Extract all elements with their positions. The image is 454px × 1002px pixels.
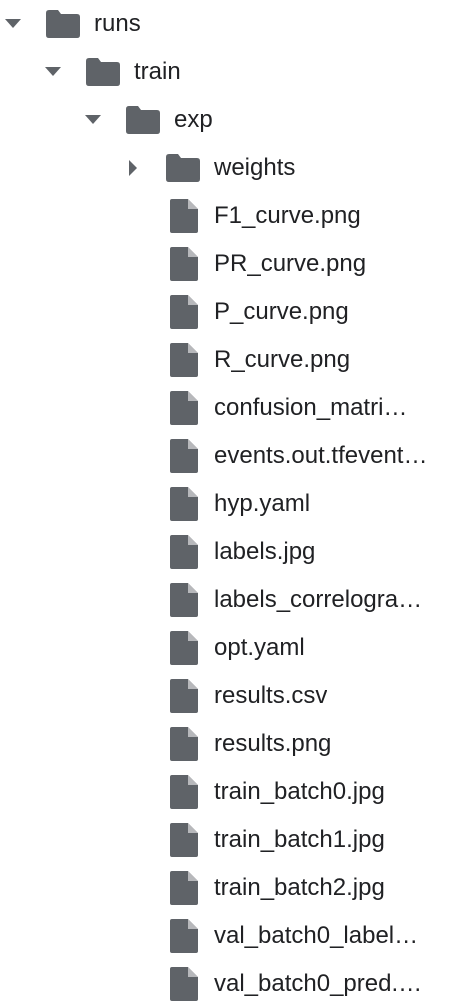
tree-item-label: train_batch1.jpg	[214, 826, 385, 853]
tree-item-file[interactable]: val_batch0_pred.…	[0, 960, 454, 1002]
caret-down-icon[interactable]	[3, 14, 23, 34]
tree-item-label: hyp.yaml	[214, 490, 311, 517]
tree-item-file[interactable]: results.png	[0, 720, 454, 768]
file-icon	[170, 535, 198, 569]
caret-down-icon[interactable]	[83, 110, 103, 130]
caret-right-icon[interactable]	[123, 158, 143, 178]
file-icon	[170, 919, 198, 953]
file-icon	[170, 727, 198, 761]
tree-item-label: results.png	[214, 730, 332, 757]
file-tree: runs train exp weights F1_curve.png PR_c…	[0, 0, 454, 1002]
folder-icon	[126, 106, 160, 134]
tree-item-file[interactable]: hyp.yaml	[0, 480, 454, 528]
tree-item-label: labels.jpg	[214, 538, 316, 565]
tree-item-label: R_curve.png	[214, 346, 351, 373]
tree-item-label: val_batch0_pred.…	[214, 970, 423, 997]
tree-item-label: events.out.tfevent…	[214, 442, 428, 469]
tree-item-file[interactable]: events.out.tfevent…	[0, 432, 454, 480]
tree-item-file[interactable]: val_batch0_label…	[0, 912, 454, 960]
tree-item-label: train_batch2.jpg	[214, 874, 385, 901]
caret-down-icon[interactable]	[43, 62, 63, 82]
file-icon	[170, 247, 198, 281]
file-icon	[170, 439, 198, 473]
tree-item-file[interactable]: P_curve.png	[0, 288, 454, 336]
tree-item-file[interactable]: labels.jpg	[0, 528, 454, 576]
tree-item-weights[interactable]: weights	[0, 144, 454, 192]
file-icon	[170, 823, 198, 857]
tree-item-label: F1_curve.png	[214, 202, 361, 229]
tree-item-label: opt.yaml	[214, 634, 305, 661]
file-icon	[170, 583, 198, 617]
tree-item-label: val_batch0_label…	[214, 922, 419, 949]
tree-item-label: PR_curve.png	[214, 250, 367, 277]
tree-item-file[interactable]: confusion_matri…	[0, 384, 454, 432]
folder-icon	[86, 58, 120, 86]
folder-icon	[166, 154, 200, 182]
tree-item-label: labels_correlogra…	[214, 586, 423, 613]
file-icon	[170, 679, 198, 713]
tree-item-file[interactable]: train_batch2.jpg	[0, 864, 454, 912]
tree-item-exp[interactable]: exp	[0, 96, 454, 144]
tree-item-file[interactable]: results.csv	[0, 672, 454, 720]
tree-item-file[interactable]: opt.yaml	[0, 624, 454, 672]
file-icon	[170, 487, 198, 521]
tree-item-file[interactable]: PR_curve.png	[0, 240, 454, 288]
tree-item-label: train	[134, 58, 181, 85]
tree-item-file[interactable]: train_batch1.jpg	[0, 816, 454, 864]
file-icon	[170, 631, 198, 665]
tree-item-label: results.csv	[214, 682, 328, 709]
tree-item-file[interactable]: F1_curve.png	[0, 192, 454, 240]
tree-item-label: weights	[214, 154, 296, 181]
tree-item-label: confusion_matri…	[214, 394, 408, 421]
file-icon	[170, 199, 198, 233]
tree-item-file[interactable]: R_curve.png	[0, 336, 454, 384]
file-icon	[170, 391, 198, 425]
tree-item-label: train_batch0.jpg	[214, 778, 385, 805]
folder-icon	[46, 10, 80, 38]
file-icon	[170, 295, 198, 329]
tree-item-label: runs	[94, 10, 141, 37]
tree-item-file[interactable]: labels_correlogra…	[0, 576, 454, 624]
file-icon	[170, 775, 198, 809]
tree-item-runs[interactable]: runs	[0, 0, 454, 48]
tree-item-label: P_curve.png	[214, 298, 349, 325]
tree-item-label: exp	[174, 106, 213, 133]
file-icon	[170, 343, 198, 377]
file-icon	[170, 871, 198, 905]
tree-item-train[interactable]: train	[0, 48, 454, 96]
tree-item-file[interactable]: train_batch0.jpg	[0, 768, 454, 816]
file-icon	[170, 967, 198, 1001]
